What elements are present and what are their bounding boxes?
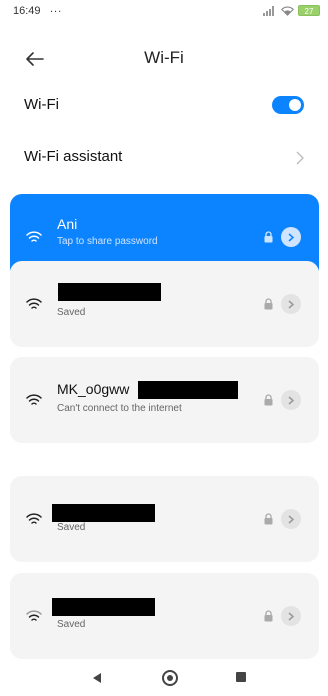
lock-icon [264, 513, 273, 525]
wifi-icon [26, 513, 42, 524]
nav-recent-apps-icon[interactable] [236, 672, 246, 682]
redacted-network-name [58, 283, 161, 301]
wifi-assistant-label: Wi-Fi assistant [24, 148, 123, 165]
network-status: Saved [57, 619, 86, 630]
network-name: MK_o0gww [57, 381, 130, 397]
network-detail-button[interactable] [281, 509, 301, 529]
network-item[interactable]: Saved [10, 573, 319, 659]
network-detail-button[interactable] [281, 390, 301, 410]
network-name: Ani [57, 216, 78, 232]
page-title: Wi-Fi [144, 48, 184, 67]
battery-icon: 27 [298, 5, 320, 16]
network-detail-button[interactable] [281, 227, 301, 247]
status-indicators: 27 [263, 5, 320, 16]
lock-icon [264, 394, 273, 406]
system-nav-bar [0, 662, 328, 696]
chevron-right-icon [288, 232, 294, 242]
lock-icon [264, 298, 273, 310]
lock-icon [264, 610, 273, 622]
network-status: Saved [57, 307, 86, 318]
wifi-toggle-label: Wi-Fi [24, 96, 59, 113]
status-bar: 16:49 ... 27 [0, 0, 328, 22]
network-status: Tap to share password [57, 236, 158, 247]
wifi-icon [26, 298, 42, 309]
toggle-knob [289, 99, 301, 111]
chevron-right-icon [288, 395, 294, 405]
network-detail-button[interactable] [281, 606, 301, 626]
network-status: Saved [57, 522, 86, 533]
wifi-assistant-row[interactable]: Wi-Fi assistant [0, 138, 328, 178]
header: Wi-Fi [0, 40, 328, 80]
network-detail-button[interactable] [281, 294, 301, 314]
network-item[interactable]: Saved [10, 476, 319, 562]
redacted-network-name [52, 504, 155, 522]
wifi-icon [26, 394, 42, 405]
wifi-toggle-row[interactable]: Wi-Fi [0, 86, 328, 126]
wifi-icon [26, 231, 42, 242]
wifi-icon [26, 610, 42, 621]
wifi-status-icon [281, 5, 294, 16]
lock-icon [264, 231, 273, 243]
chevron-right-icon [288, 514, 294, 524]
redacted-network-name [52, 598, 155, 616]
nav-back-icon[interactable] [93, 673, 101, 683]
chevron-right-icon [288, 299, 294, 309]
status-more-indicator: ... [50, 3, 63, 15]
nav-home-icon[interactable] [162, 670, 178, 686]
network-item[interactable]: Saved [10, 261, 319, 347]
signal-icon [263, 5, 274, 16]
chevron-right-icon [288, 611, 294, 621]
network-status: Can't connect to the internet [57, 403, 182, 414]
chevron-right-icon [296, 151, 304, 165]
network-item-mk[interactable]: MK_o0gww Can't connect to the internet [10, 357, 319, 443]
redacted-network-name [138, 381, 238, 399]
status-time: 16:49 [13, 5, 41, 17]
wifi-toggle[interactable] [272, 96, 304, 114]
